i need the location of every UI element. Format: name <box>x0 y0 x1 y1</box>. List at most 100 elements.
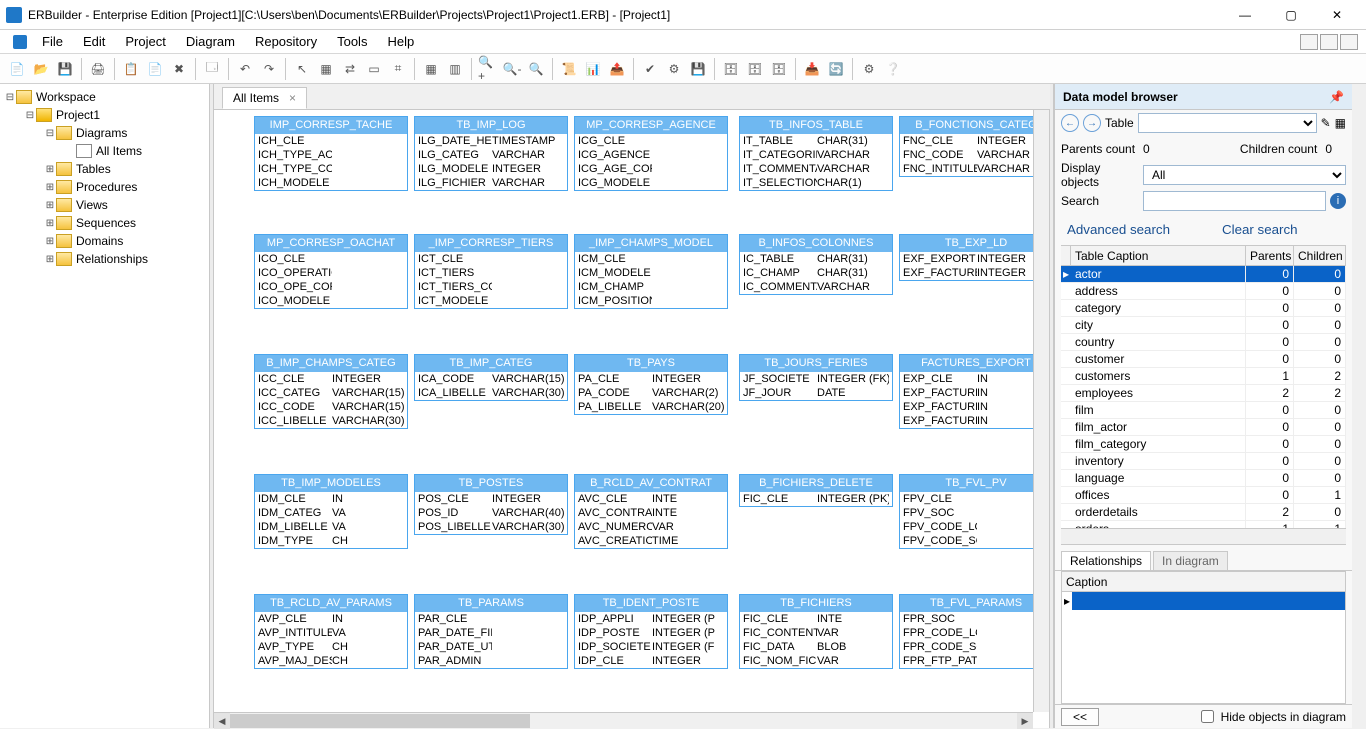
table-tool-icon[interactable]: ▦ <box>315 58 337 80</box>
tree-workspace[interactable]: ⊟Workspace <box>0 88 209 106</box>
menu-project[interactable]: Project <box>115 32 175 52</box>
entity-tb-fvl-params[interactable]: TB_FVL_PARAMSFPR_SOCFPR_CODE_LOUEURFPR_C… <box>899 594 1033 669</box>
generate-icon[interactable]: ⚙ <box>663 58 685 80</box>
info-icon[interactable]: i <box>1330 193 1346 209</box>
table-row[interactable]: film_category00 <box>1061 436 1346 453</box>
tree-diagrams[interactable]: ⊟Diagrams <box>0 124 209 142</box>
entity-b-fonctions-categ[interactable]: B_FONCTIONS_CATEGFNC_CLEINTEGERFNC_CODEV… <box>899 116 1033 177</box>
tree-all-items[interactable]: All Items <box>0 142 209 160</box>
options-icon[interactable]: ⚙ <box>858 58 880 80</box>
entity-tb-params[interactable]: TB_PARAMSPAR_CLEPAR_DATE_FINPAR_DATE_UTI… <box>414 594 568 669</box>
hide-objects-input[interactable] <box>1201 710 1214 723</box>
save-icon[interactable]: 💾 <box>54 58 76 80</box>
save-db-icon[interactable]: 💾 <box>687 58 709 80</box>
tree-views[interactable]: ⊞Views <box>0 196 209 214</box>
col-caption[interactable]: Table Caption <box>1071 246 1246 265</box>
tree-domains[interactable]: ⊞Domains <box>0 232 209 250</box>
layout-icon[interactable]: ⌗ <box>387 58 409 80</box>
menu-tools[interactable]: Tools <box>327 32 377 52</box>
open-icon[interactable]: 📂 <box>30 58 52 80</box>
copy-icon[interactable]: 📋 <box>120 58 142 80</box>
table-row[interactable]: inventory00 <box>1061 453 1346 470</box>
export-icon[interactable]: 📤 <box>606 58 628 80</box>
entity-tb-imp-categ[interactable]: TB_IMP_CATEGICA_CODEVARCHAR(15)ICA_LIBEL… <box>414 354 568 401</box>
menu-diagram[interactable]: Diagram <box>176 32 245 52</box>
hide-objects-checkbox[interactable]: Hide objects in diagram <box>1197 707 1346 726</box>
browser-icon[interactable]: 🗔 <box>201 58 223 80</box>
script-icon[interactable]: 📜 <box>558 58 580 80</box>
menu-edit[interactable]: Edit <box>73 32 115 52</box>
entity--imp-champs-model[interactable]: _IMP_CHAMPS_MODELICM_CLEICM_MODELEICM_CH… <box>574 234 728 309</box>
table-row[interactable]: film00 <box>1061 402 1346 419</box>
display-objects-select[interactable]: All <box>1143 165 1346 185</box>
search-input[interactable] <box>1143 191 1326 211</box>
validate-icon[interactable]: ✔ <box>639 58 661 80</box>
menu-help[interactable]: Help <box>377 32 424 52</box>
tab-in-diagram[interactable]: In diagram <box>1153 551 1228 570</box>
entity-b-fichiers-delete[interactable]: B_FICHIERS_DELETEFIC_CLEINTEGER (PK) <box>739 474 893 507</box>
menu-file[interactable]: File <box>32 32 73 52</box>
report-icon[interactable]: 📊 <box>582 58 604 80</box>
entity-factures-export[interactable]: FACTURES_EXPORTEXP_CLEINEXP_FACTURE_CDIN… <box>899 354 1033 429</box>
clear-search-button[interactable]: Clear search <box>1216 218 1304 241</box>
mdi-restore-button[interactable] <box>1320 34 1338 50</box>
entity--imp-corresp-tiers[interactable]: _IMP_CORRESP_TIERSICT_CLEICT_TIERSICT_TI… <box>414 234 568 309</box>
table-row[interactable]: orders11 <box>1061 521 1346 528</box>
menu-repository[interactable]: Repository <box>245 32 327 52</box>
tree-relationships[interactable]: ⊞Relationships <box>0 250 209 268</box>
table-row[interactable]: category00 <box>1061 300 1346 317</box>
print-icon[interactable]: 🖨 <box>87 58 109 80</box>
tab-all-items[interactable]: All Items × <box>222 87 307 109</box>
db3-icon[interactable]: 🗄 <box>768 58 790 80</box>
table-row[interactable]: ▸actor00 <box>1061 266 1346 283</box>
pin-icon[interactable]: 📌 <box>1329 90 1344 104</box>
delete-icon[interactable]: ✖ <box>168 58 190 80</box>
diagram-canvas[interactable]: IMP_CORRESP_TACHEICH_CLEICH_TYPE_ACHATIC… <box>214 110 1033 712</box>
table-row[interactable]: customers12 <box>1061 368 1346 385</box>
entity-tb-infos-table[interactable]: TB_INFOS_TABLEIT_TABLECHAR(31)IT_CATEGOR… <box>739 116 893 191</box>
horizontal-scrollbar[interactable]: ◀ ▶ <box>214 712 1033 728</box>
table-row[interactable]: customer00 <box>1061 351 1346 368</box>
table-row[interactable]: city00 <box>1061 317 1346 334</box>
tab-close-icon[interactable]: × <box>289 91 296 105</box>
tree-tables[interactable]: ⊞Tables <box>0 160 209 178</box>
entity-b-rcld-av-contrat[interactable]: B_RCLD_AV_CONTRATAVC_CLEINTEAVC_CONTRATI… <box>574 474 728 549</box>
sync-icon[interactable]: 🔄 <box>825 58 847 80</box>
relation-tool-icon[interactable]: ⇄ <box>339 58 361 80</box>
entity-tb-jours-feries[interactable]: TB_JOURS_FERIESJF_SOCIETEINTEGER (FK)JF_… <box>739 354 893 401</box>
table-row[interactable]: address00 <box>1061 283 1346 300</box>
entity-tb-imp-modeles[interactable]: TB_IMP_MODELESIDM_CLEINIDM_CATEGVAIDM_LI… <box>254 474 408 549</box>
entity-tb-exp-ld[interactable]: TB_EXP_LDEXF_EXPORTINTEGEREXF_FACTUREINT… <box>899 234 1033 281</box>
table-row[interactable]: country00 <box>1061 334 1346 351</box>
grid-h-scrollbar[interactable] <box>1061 528 1346 544</box>
new-project-icon[interactable]: 📄 <box>6 58 28 80</box>
zoom-out-icon[interactable]: 🔍- <box>501 58 523 80</box>
table-row[interactable]: language00 <box>1061 470 1346 487</box>
scroll-left-icon[interactable]: ◀ <box>214 713 230 729</box>
table-row[interactable]: orderdetails20 <box>1061 504 1346 521</box>
snap-icon[interactable]: ▥ <box>444 58 466 80</box>
db1-icon[interactable]: 🗄 <box>720 58 742 80</box>
tree-project[interactable]: ⊟Project1 <box>0 106 209 124</box>
nav-back-icon[interactable]: ← <box>1061 114 1079 132</box>
entity-tb-fvl-pv[interactable]: TB_FVL_PVFPV_CLEFPV_SOCFPV_CODE_LOUEURFP… <box>899 474 1033 549</box>
app-menu-icon[interactable] <box>8 32 32 52</box>
entity-b-infos-colonnes[interactable]: B_INFOS_COLONNESIC_TABLECHAR(31)IC_CHAMP… <box>739 234 893 295</box>
tree-sequences[interactable]: ⊞Sequences <box>0 214 209 232</box>
scroll-right-icon[interactable]: ▶ <box>1017 713 1033 729</box>
paste-icon[interactable]: 📄 <box>144 58 166 80</box>
table-row[interactable]: offices01 <box>1061 487 1346 504</box>
vertical-scrollbar[interactable] <box>1033 110 1049 712</box>
zoom-in-icon[interactable]: 🔍+ <box>477 58 499 80</box>
caption-col[interactable]: Caption <box>1062 572 1345 592</box>
col-parents[interactable]: Parents <box>1246 246 1294 265</box>
grid-icon[interactable]: ▦ <box>420 58 442 80</box>
edit-icon[interactable]: ✎ <box>1321 116 1331 130</box>
comment-tool-icon[interactable]: ▭ <box>363 58 385 80</box>
db2-icon[interactable]: 🗄 <box>744 58 766 80</box>
minimize-button[interactable]: — <box>1222 0 1268 30</box>
maximize-button[interactable]: ▢ <box>1268 0 1314 30</box>
advanced-search-button[interactable]: Advanced search <box>1061 218 1176 241</box>
table-row[interactable]: employees22 <box>1061 385 1346 402</box>
tree-procedures[interactable]: ⊞Procedures <box>0 178 209 196</box>
